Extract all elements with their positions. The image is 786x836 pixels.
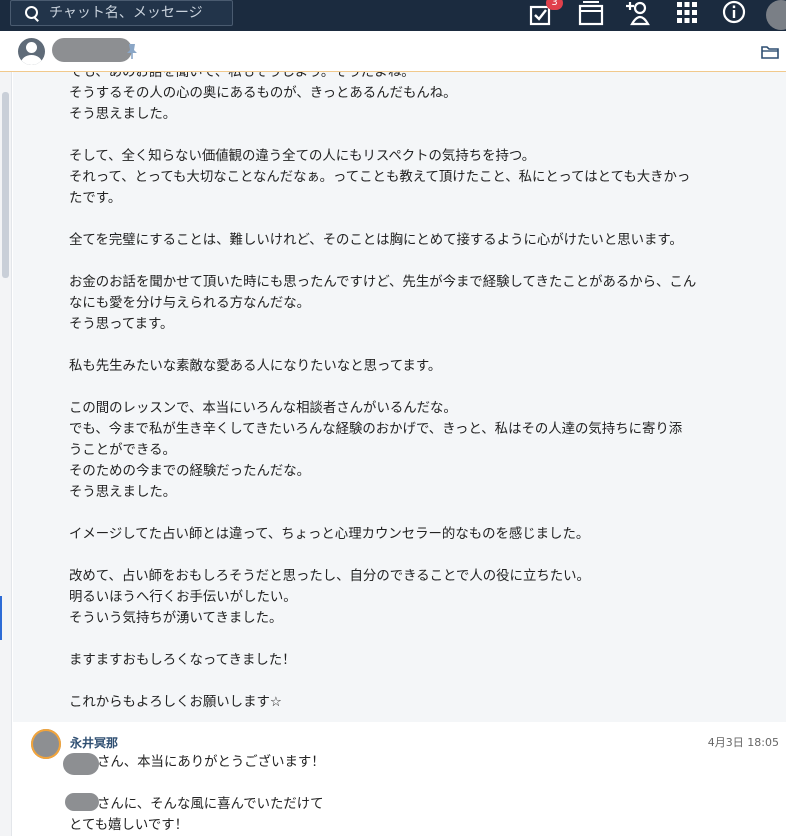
message-line <box>69 209 739 230</box>
message-line: そう思えました。 <box>69 107 177 122</box>
chat-header <box>0 31 786 72</box>
chat-search-box[interactable] <box>10 0 233 26</box>
message-line: そう思ってます。 <box>69 317 174 332</box>
message-line <box>69 251 739 272</box>
message-line: そして、全く知らない価値観の違う全ての人にもリスペクトの気持ちを持つ。 <box>69 149 536 164</box>
message-line <box>69 125 739 146</box>
search-input[interactable] <box>49 5 229 21</box>
message-line: ますますおもしろくなってきました！ <box>69 653 296 668</box>
redacted-name <box>63 753 99 775</box>
top-navigation-bar: 3 <box>0 0 786 31</box>
pin-icon[interactable] <box>124 42 140 60</box>
search-icon <box>25 6 39 20</box>
task-count-badge: 3 <box>546 0 563 10</box>
message-line: 明るいほうへ行くお手伝いがしたい。 <box>69 590 297 605</box>
message-line: これからもよろしくお願いします☆ <box>69 695 282 710</box>
message-item: 永井冥那 4月3日 18:05 さん、本当にありがとうございます！ さんに、そん… <box>13 723 786 836</box>
message-line <box>69 377 739 398</box>
message-line: さん、本当にありがとうございます！ <box>97 755 325 770</box>
redacted-name <box>65 793 99 811</box>
message-line <box>69 545 739 566</box>
message-timeline: でも、あのお話を聞いて、私もそうしよう。そうだよね。そうするその人の心の奥にある… <box>13 72 786 836</box>
sender-avatar[interactable] <box>31 729 61 759</box>
info-icon[interactable] <box>720 0 748 26</box>
contact-avatar[interactable] <box>18 38 45 65</box>
folder-icon[interactable] <box>761 44 779 59</box>
message-line: とても嬉しいです！ <box>69 818 189 833</box>
message-line: うことができる。 <box>69 443 176 458</box>
message-timestamp: 4月3日 18:05 <box>707 736 779 749</box>
redacted-chat-name <box>52 38 132 62</box>
message-text: でも、あのお話を聞いて、私もそうしよう。そうだよね。そうするその人の心の奥にある… <box>69 72 739 713</box>
message-line: それって、とっても大切なことなんだなぁ。ってことも教えて頂けたこと、私にとっては… <box>69 170 691 185</box>
message-line: でも、今まで私が生き辛くしてきたいろんな経験のおかげで、きっと、私はその人達の気… <box>69 422 683 437</box>
message-line: さんに、そんな風に喜んでいただけて <box>97 797 324 812</box>
message-line <box>69 335 739 356</box>
message-line: イメージしてた占い師とは違って、ちょっと心理カウンセラー的なものを感じました。 <box>69 527 590 542</box>
message-line: たです。 <box>69 191 122 206</box>
message-line: お金のお話を聞かせて頂いた時にも思ったんですけど、先生が今まで経験してきたことが… <box>69 275 697 290</box>
message-line: 改めて、占い師をおもしろそうだと思ったし、自分のできることで人の役に立ちたい。 <box>69 569 590 584</box>
scrollbar-thumb[interactable] <box>2 92 9 278</box>
timeline-scrollbar[interactable] <box>0 72 12 836</box>
add-contact-icon[interactable] <box>624 0 652 26</box>
message-line: なにも愛を分け与えられる方なんだな。 <box>69 296 311 311</box>
message-line: そう思えました。 <box>69 485 177 500</box>
apps-grid-icon[interactable] <box>673 0 701 26</box>
message-item: でも、あのお話を聞いて、私もそうしよう。そうだよね。そうするその人の心の奥にある… <box>13 72 786 722</box>
files-icon[interactable] <box>577 0 605 26</box>
message-line: 全てを完璧にすることは、難しいけれど、そのことは胸にとめて接するように心がけたい… <box>69 233 683 248</box>
scroll-position-marker <box>0 596 2 640</box>
message-line <box>69 671 739 692</box>
message-line: 私も先生みたいな素敵な愛ある人になりたいなと思ってます。 <box>69 359 442 374</box>
message-line: そういう気持ちが湧いてきました。 <box>69 611 283 626</box>
message-line: そのための今までの経験だったんだな。 <box>69 464 311 479</box>
message-line <box>69 629 739 650</box>
message-line: そうするその人の心の奥にあるものが、きっとあるんだもんね。 <box>69 86 457 101</box>
message-line: この間のレッスンで、本当にいろんな相談者さんがいるんだな。 <box>69 401 457 416</box>
user-avatar[interactable] <box>766 0 786 30</box>
message-line: でも、あのお話を聞いて、私もそうしよう。そうだよね。 <box>69 72 415 80</box>
message-line <box>69 503 739 524</box>
sender-name[interactable]: 永井冥那 <box>70 734 118 751</box>
